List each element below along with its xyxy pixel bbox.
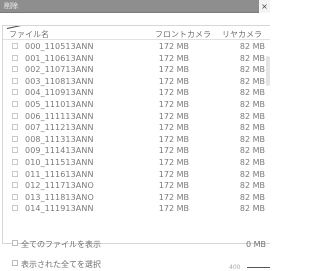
- table-row[interactable]: 005_111013ANN 172 MB 82 MB: [3, 99, 270, 111]
- front-camera-size: 172 MB: [158, 99, 189, 109]
- row-checkbox[interactable]: [12, 135, 18, 142]
- select-all-shown-label: 表示された全てを選択: [21, 260, 101, 269]
- front-camera-size: 172 MB: [158, 157, 189, 167]
- rear-camera-size: 82 MB: [239, 65, 265, 75]
- row-checkbox[interactable]: [12, 43, 18, 49]
- rear-camera-size: 82 MB: [239, 76, 265, 86]
- total-size: 0 MB: [245, 240, 266, 249]
- front-camera-size: 172 MB: [158, 111, 189, 121]
- rear-camera-size: 82 MB: [239, 134, 265, 144]
- select-all-shown-checkbox[interactable]: [12, 260, 18, 266]
- row-checkbox[interactable]: [12, 54, 18, 61]
- show-all-files-checkbox[interactable]: [12, 240, 18, 246]
- front-camera-size: 172 MB: [158, 42, 189, 51]
- table-row[interactable]: 004_110913ANN 172 MB 82 MB: [3, 87, 270, 99]
- file-name: 010_111513ANN: [25, 157, 94, 167]
- list-rows: 000_110513ANN 172 MB 82 MB 001_110613ANN 172…: [3, 41, 270, 215]
- show-all-files-label: 全てのファイルを表示: [21, 240, 101, 249]
- table-row[interactable]: 006_111113ANN 172 MB 82 MB: [3, 111, 270, 123]
- file-name: 001_110613ANN: [25, 53, 94, 63]
- front-camera-size: 172 MB: [158, 53, 189, 63]
- front-camera-size: 172 MB: [158, 65, 189, 75]
- column-header-front-camera[interactable]: フロントカメラ: [155, 29, 211, 40]
- front-camera-size: 172 MB: [158, 192, 189, 202]
- table-row[interactable]: 008_111313ANN 172 MB 82 MB: [3, 134, 270, 146]
- row-checkbox[interactable]: [12, 147, 18, 154]
- front-camera-size: 172 MB: [158, 204, 189, 214]
- file-name: 002_110713ANN: [25, 65, 94, 75]
- table-row[interactable]: 001_110613ANN 172 MB 82 MB: [3, 53, 270, 65]
- row-checkbox[interactable]: [12, 124, 18, 131]
- front-camera-size: 172 MB: [158, 88, 189, 98]
- row-checkbox[interactable]: [12, 193, 18, 200]
- table-row[interactable]: 012_111713ANO 172 MB 82 MB: [3, 180, 270, 192]
- table-row[interactable]: 000_110513ANN 172 MB 82 MB: [3, 41, 270, 53]
- size-slider[interactable]: [247, 267, 270, 268]
- row-checkbox[interactable]: [12, 112, 18, 119]
- row-checkbox[interactable]: [12, 89, 18, 96]
- row-checkbox[interactable]: [12, 170, 18, 177]
- window-title: 削除: [4, 2, 18, 10]
- file-name: 003_110813ANN: [25, 76, 94, 86]
- file-name: 009_111413ANN: [25, 146, 94, 156]
- rear-camera-size: 82 MB: [239, 181, 265, 191]
- close-icon[interactable]: ×: [259, 0, 270, 13]
- row-checkbox[interactable]: [12, 100, 18, 107]
- rear-camera-size: 82 MB: [239, 88, 265, 98]
- front-camera-size: 172 MB: [158, 169, 189, 179]
- row-checkbox[interactable]: [12, 205, 18, 212]
- slider-label: 400: [229, 264, 241, 271]
- rear-camera-size: 82 MB: [239, 157, 265, 167]
- file-name: 004_110913ANN: [25, 88, 94, 98]
- file-name: 011_111613ANN: [25, 169, 94, 179]
- table-row[interactable]: 003_110813ANN 172 MB 82 MB: [3, 76, 270, 88]
- table-row[interactable]: 011_111613ANN 172 MB 82 MB: [3, 169, 270, 181]
- rear-camera-size: 82 MB: [239, 111, 265, 121]
- table-row[interactable]: 009_111413ANN 172 MB 82 MB: [3, 145, 270, 157]
- table-row[interactable]: 010_111513ANN 172 MB 82 MB: [3, 157, 270, 169]
- row-checkbox[interactable]: [12, 182, 18, 189]
- front-camera-size: 172 MB: [158, 76, 189, 86]
- file-name: 000_110513ANN: [25, 42, 94, 51]
- file-name: 007_111213ANN: [25, 123, 94, 133]
- file-name: 008_111313ANN: [25, 134, 94, 144]
- row-checkbox[interactable]: [12, 158, 18, 165]
- file-name: 005_111013ANN: [25, 99, 94, 109]
- file-name: 013_111813ANO: [25, 192, 94, 202]
- file-name: 006_111113ANN: [25, 111, 94, 121]
- column-header-rear-camera[interactable]: リヤカメラ: [222, 29, 262, 40]
- row-checkbox[interactable]: [12, 66, 18, 73]
- rear-camera-size: 82 MB: [239, 169, 265, 179]
- rear-camera-size: 82 MB: [239, 204, 265, 214]
- file-list: ファイル名 フロントカメラ リヤカメラ 000_110513ANN 172 MB 8…: [2, 25, 270, 244]
- table-row[interactable]: 014_111913ANN 172 MB 82 MB: [3, 203, 270, 215]
- front-camera-size: 172 MB: [158, 134, 189, 144]
- scrollbar[interactable]: [266, 56, 270, 86]
- title-bar: 削除 ×: [0, 0, 270, 13]
- rear-camera-size: 82 MB: [239, 42, 265, 51]
- front-camera-size: 172 MB: [158, 146, 189, 156]
- row-checkbox[interactable]: [12, 77, 18, 84]
- front-camera-size: 172 MB: [158, 181, 189, 191]
- table-row[interactable]: 007_111213ANN 172 MB 82 MB: [3, 122, 270, 134]
- rear-camera-size: 82 MB: [239, 53, 265, 63]
- rear-camera-size: 82 MB: [239, 146, 265, 156]
- column-header-name[interactable]: ファイル名: [9, 29, 49, 40]
- rear-camera-size: 82 MB: [239, 192, 265, 202]
- front-camera-size: 172 MB: [158, 123, 189, 133]
- list-header: ファイル名 フロントカメラ リヤカメラ: [3, 26, 270, 40]
- table-row[interactable]: 013_111813ANO 172 MB 82 MB: [3, 192, 270, 204]
- file-name: 012_111713ANO: [25, 181, 94, 191]
- rear-camera-size: 82 MB: [239, 99, 265, 109]
- rear-camera-size: 82 MB: [239, 123, 265, 133]
- file-name: 014_111913ANN: [25, 204, 94, 214]
- table-row[interactable]: 002_110713ANN 172 MB 82 MB: [3, 64, 270, 76]
